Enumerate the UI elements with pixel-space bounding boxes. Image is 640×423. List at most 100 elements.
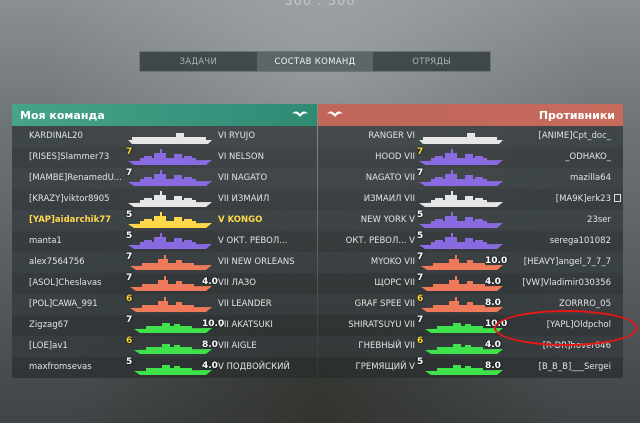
ship-label: VII NAGATO bbox=[218, 173, 267, 183]
tier-badge: 7 bbox=[417, 273, 424, 283]
ship-tier: VII bbox=[218, 173, 229, 183]
ship-silhouette-icon bbox=[130, 255, 212, 270]
tier-badge: 7 bbox=[126, 168, 133, 178]
ship-name: RYUJO bbox=[229, 131, 256, 141]
tab-team-roster[interactable]: СОСТАВ КОМАНД bbox=[256, 52, 374, 71]
enemy-player-row[interactable]: 7 4.0 ЩОРС VII [VW]Vladimir030356 bbox=[318, 273, 623, 294]
ship-tier: VII bbox=[218, 299, 229, 309]
ship-tier: VII bbox=[404, 320, 415, 330]
player-name: [POL]CAWA_991 bbox=[29, 299, 98, 309]
ally-player-row[interactable]: 7 4.0 [ASOL]Cheslavas VII ЛАЗО bbox=[12, 273, 317, 294]
exp-multiplier: 8.0 bbox=[485, 298, 501, 308]
ally-player-row[interactable]: 6 8.0 [LOE]av1 VII AIGLE bbox=[12, 336, 317, 357]
player-name: [ASOL]Cheslavas bbox=[29, 278, 102, 288]
ship-name: ИЗМАИЛ bbox=[363, 194, 402, 204]
ship-name: RANGER bbox=[368, 131, 404, 141]
ship-name: ОКТ. РЕВОЛ... bbox=[345, 236, 407, 246]
ally-player-row[interactable]: 6 [POL]CAWA_991 VII LEANDER bbox=[12, 294, 317, 315]
ship-label: ИЗМАИЛ VII bbox=[364, 194, 415, 204]
player-name: Zigzag67 bbox=[29, 320, 69, 330]
ship-name: ГНЕВНЫЙ bbox=[358, 341, 402, 351]
ally-player-row[interactable]: 7 [RISES]Slammer73 VI NELSON bbox=[12, 147, 317, 168]
tier-badge: 6 bbox=[126, 336, 133, 346]
enemy-player-row[interactable]: 7 NAGATO VII mazilla64 bbox=[318, 168, 623, 189]
ship-label: GRAF SPEE VII bbox=[355, 299, 415, 309]
ship-name: NELSON bbox=[229, 152, 264, 162]
ship-tier: VII bbox=[404, 194, 415, 204]
ship-silhouette-icon bbox=[134, 365, 212, 375]
enemy-player-row[interactable]: 5 NEW YORK V 23ser bbox=[318, 210, 623, 231]
ship-name: AKATSUKI bbox=[231, 320, 273, 330]
ship-tier: V bbox=[409, 236, 415, 246]
ship-name: ОКТ. РЕВОЛ... bbox=[226, 236, 288, 246]
ship-name: MYOKO bbox=[370, 257, 402, 267]
player-name: alex7564756 bbox=[29, 257, 85, 267]
ship-label: RANGER VI bbox=[368, 131, 415, 141]
ship-label: VII LEANDER bbox=[218, 299, 272, 309]
player-name: mazilla64 bbox=[569, 173, 611, 183]
ship-tier: VII bbox=[218, 194, 229, 204]
tier-badge: 7 bbox=[126, 147, 133, 157]
ship-tier: VII bbox=[404, 257, 415, 267]
tier-badge: 5 bbox=[417, 357, 424, 367]
tab-tasks[interactable]: ЗАДАЧИ bbox=[140, 52, 257, 71]
ship-name: NEW YORK bbox=[360, 215, 407, 225]
ship-label: ГРЕМЯЩИЙ V bbox=[356, 362, 415, 372]
tier-badge: 5 bbox=[126, 210, 133, 220]
ship-tier: VII bbox=[404, 341, 415, 351]
enemy-player-row[interactable]: 5 ОКТ. РЕВОЛ... Vserega101082 bbox=[318, 231, 623, 252]
gull-icon bbox=[326, 108, 344, 123]
ally-player-row[interactable]: 7 10.0 Zigzag67 VII AKATSUKI bbox=[12, 315, 317, 336]
ally-player-row[interactable]: 5 manta1 V ОКТ. РЕВОЛ... bbox=[12, 231, 317, 252]
ship-tier: VII bbox=[218, 341, 229, 351]
exp-multiplier: 10.0 bbox=[485, 256, 508, 266]
ship-silhouette-icon bbox=[128, 233, 212, 249]
ally-player-row[interactable]: 7 alex7564756 VII NEW ORLEANS bbox=[12, 252, 317, 273]
ship-tier: V bbox=[218, 362, 224, 372]
ship-label: V ПОДВОЙСКИЙ bbox=[218, 362, 290, 372]
player-name: [ANIME]Cpt_doc_ bbox=[538, 131, 611, 141]
ship-silhouette-icon bbox=[130, 276, 212, 291]
enemy-player-row[interactable]: 7 HOOD VII _ODHAKO_ bbox=[318, 147, 623, 168]
tier-badge: 5 bbox=[126, 357, 133, 367]
tier-badge: 5 bbox=[417, 231, 424, 241]
tier-badge: 7 bbox=[126, 273, 133, 283]
player-name: [MAMBE]RenamedU... bbox=[29, 173, 122, 183]
ship-tier: VII bbox=[218, 278, 229, 288]
exp-multiplier: 8.0 bbox=[485, 361, 501, 371]
ally-player-row[interactable]: 7 [MAMBE]RenamedU... VII NAGATO bbox=[12, 168, 317, 189]
ally-player-row[interactable]: KARDINAL20 VI RYUJO bbox=[12, 126, 317, 147]
enemy-team-header: Противники bbox=[318, 104, 623, 126]
ship-silhouette-icon bbox=[419, 212, 503, 228]
tier-badge: 7 bbox=[417, 168, 424, 178]
tab-divisions[interactable]: ОТРЯДЫ bbox=[373, 52, 490, 71]
ally-team-list: KARDINAL20 VI RYUJO 7 [RISES]Slammer73 VI NE… bbox=[12, 126, 317, 378]
ship-silhouette-icon bbox=[419, 233, 503, 249]
ally-player-row[interactable]: [KRAZY]viktor8905 VII ИЗМАИЛ bbox=[12, 189, 317, 210]
tier-badge: 7 bbox=[417, 315, 424, 325]
ally-player-row[interactable]: 5 4.0 maxfromsevas V ПОДВОЙСКИЙ bbox=[12, 357, 317, 378]
ship-silhouette-icon bbox=[128, 212, 212, 228]
ship-label: VI NELSON bbox=[218, 152, 264, 162]
ally-player-row[interactable]: 5 [YAP]aidarchik77 V KONGO bbox=[12, 210, 317, 231]
ship-silhouette-icon bbox=[419, 191, 503, 207]
player-name: [VW]Vladimir030356 bbox=[522, 278, 611, 288]
player-name: _ODHAKO_ bbox=[565, 152, 611, 162]
ally-team-title: Моя команда bbox=[20, 108, 105, 122]
tier-badge: 7 bbox=[417, 147, 424, 157]
enemy-player-row[interactable]: ИЗМАИЛ VII [MA9K]erk23 bbox=[318, 189, 623, 210]
ship-name: ПОДВОЙСКИЙ bbox=[226, 362, 290, 372]
ship-name: GRAF SPEE bbox=[354, 299, 402, 309]
enemy-player-row[interactable]: RANGER VI [ANIME]Cpt_doc_ bbox=[318, 126, 623, 147]
ship-name: HOOD bbox=[375, 152, 402, 162]
ship-name: KONGO bbox=[227, 215, 263, 225]
ship-name: ИЗМАИЛ bbox=[231, 194, 270, 204]
exp-multiplier: 8.0 bbox=[202, 340, 218, 350]
tier-badge: 5 bbox=[126, 231, 133, 241]
tab-bar: ЗАДАЧИ СОСТАВ КОМАНД ОТРЯДЫ bbox=[139, 51, 491, 72]
enemy-player-row[interactable]: 5 8.0 ГРЕМЯЩИЙ V [B_B_B]___Sergei bbox=[318, 357, 623, 378]
enemy-player-row[interactable]: 7 10.0 MYOKO VII [HEAVY]angel_7_7_7 bbox=[318, 252, 623, 273]
ship-label: VII ЛАЗО bbox=[218, 278, 256, 288]
enemy-team-title: Противники bbox=[538, 108, 615, 122]
highlight-annotation-circle bbox=[494, 310, 638, 346]
